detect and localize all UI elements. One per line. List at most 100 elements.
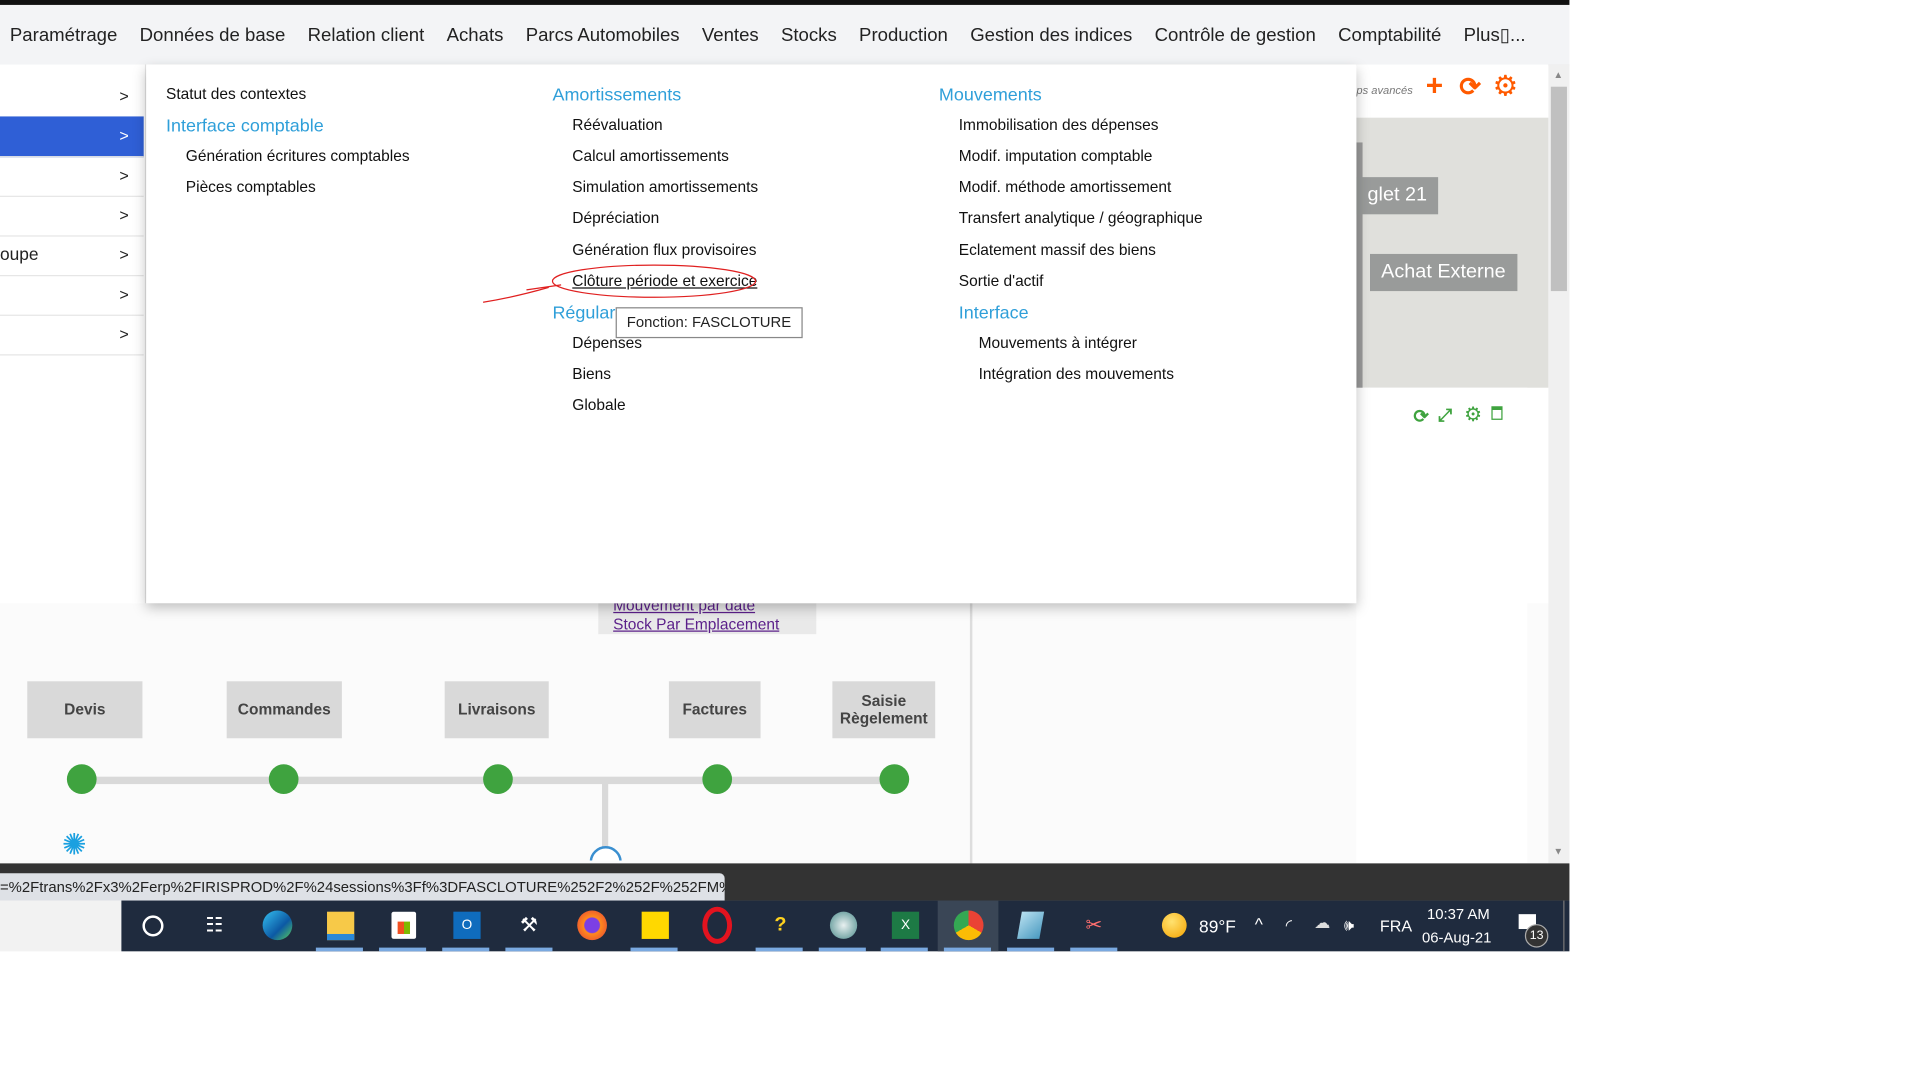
menu-item[interactable]: Pièces comptables — [186, 178, 316, 195]
app-running-indicator — [379, 947, 427, 952]
menu-item[interactable]: Réévaluation — [572, 116, 662, 133]
firefox-icon[interactable] — [576, 909, 608, 941]
nav-plus[interactable]: Plus▯... — [1454, 24, 1538, 46]
menu-heading-interface[interactable]: Interface — [959, 303, 1029, 323]
tab-onglet-21[interactable]: glet 21 — [1356, 177, 1439, 215]
onedrive-cloud-icon[interactable]: ☁ — [1314, 913, 1330, 933]
nav-parcs-automobiles[interactable]: Parcs Automobiles — [516, 24, 692, 45]
app-running-indicator — [818, 947, 866, 952]
menu-item[interactable]: Mouvements à intégrer — [979, 334, 1137, 351]
menu-item-statut-contextes[interactable]: Statut des contextes — [166, 85, 306, 102]
file-explorer-icon[interactable] — [325, 909, 357, 941]
nav-production[interactable]: Production — [849, 24, 960, 45]
achat-externe-button[interactable]: Achat Externe — [1370, 253, 1517, 292]
gear-icon[interactable]: ⚙ — [1464, 403, 1482, 428]
nav-achats[interactable]: Achats — [437, 24, 516, 45]
notification-count-badge: 13 — [1524, 924, 1549, 948]
step-dot — [483, 764, 513, 795]
nav-stocks[interactable]: Stocks — [771, 24, 849, 45]
wifi-icon[interactable]: ◜ — [1286, 915, 1292, 935]
show-desktop-button[interactable] — [1563, 900, 1565, 952]
menu-item[interactable]: Intégration des mouvements — [979, 365, 1174, 382]
nav-parametrage[interactable]: Paramétrage — [0, 24, 130, 45]
chevron-right-icon: > — [119, 126, 129, 145]
nav-gestion-des-indices[interactable]: Gestion des indices — [960, 24, 1144, 45]
opera-icon[interactable] — [701, 906, 733, 944]
globe-icon[interactable] — [827, 909, 859, 941]
menu-item[interactable]: Simulation amortissements — [572, 178, 758, 195]
scroll-up-icon[interactable]: ▲ — [1553, 69, 1563, 80]
weather-temp[interactable]: 89°F — [1199, 917, 1236, 937]
notebook-icon[interactable] — [1014, 909, 1046, 941]
app-running-indicator — [1070, 947, 1118, 952]
store-icon[interactable] — [388, 909, 420, 941]
scroll-down-icon[interactable]: ▼ — [1553, 846, 1563, 857]
input-language[interactable]: FRA — [1380, 917, 1412, 936]
left-menu-item[interactable]: > — [0, 315, 144, 356]
chevron-right-icon: > — [119, 324, 129, 344]
chrome-icon[interactable] — [953, 909, 985, 941]
edge-icon[interactable] — [261, 909, 293, 941]
left-menu-item[interactable]: > — [0, 156, 144, 197]
step-saisie-reglement[interactable]: Saisie Règelement — [832, 681, 936, 739]
tools-icon[interactable]: ⚒ — [513, 909, 545, 941]
scrollbar-thumb[interactable] — [1550, 86, 1567, 292]
menu-item[interactable]: Dépréciation — [572, 209, 659, 226]
sticky-notes-icon[interactable] — [639, 909, 671, 941]
menu-item[interactable]: Immobilisation des dépenses — [959, 116, 1159, 133]
menu-item[interactable]: Génération flux provisoires — [572, 242, 756, 259]
status-url: =%2Ftrans%2Fx3%2Ferp%2FIRISPROD%2F%24ses… — [0, 873, 725, 901]
left-menu-item[interactable]: > — [0, 196, 144, 237]
menu-heading-amortissements[interactable]: Amortissements — [552, 85, 681, 105]
help-icon[interactable]: ? — [764, 909, 796, 941]
gear-icon[interactable]: ⚙ — [1493, 69, 1519, 102]
step-factures[interactable]: Factures — [668, 681, 761, 739]
snipping-icon[interactable]: ✂ — [1078, 909, 1110, 941]
search-icon[interactable] — [136, 909, 168, 941]
plus-icon[interactable]: + — [1426, 69, 1443, 104]
menu-item[interactable]: Sortie d'actif — [959, 273, 1044, 290]
trash-icon[interactable] — [1491, 406, 1503, 420]
nav-relation-client[interactable]: Relation client — [298, 24, 437, 45]
menu-item[interactable]: Eclatement massif des biens — [959, 242, 1156, 259]
menu-item[interactable]: Calcul amortissements — [572, 147, 729, 164]
menu-item[interactable]: Génération écritures comptables — [186, 147, 410, 164]
expand-icon[interactable]: ⤢ — [1438, 405, 1452, 426]
menu-item[interactable]: Biens — [572, 365, 611, 382]
refresh-icon[interactable]: ⟳ — [1459, 72, 1481, 103]
step-commandes[interactable]: Commandes — [226, 681, 342, 739]
nav-donnees-de-base[interactable]: Données de base — [130, 24, 298, 45]
clock-time[interactable]: 10:37 AM — [1427, 905, 1490, 922]
advanced-label: ps avancés — [1356, 84, 1413, 97]
left-menu-item-active[interactable]: > — [0, 116, 144, 158]
left-menu-item[interactable]: oupe > — [0, 235, 144, 277]
menu-heading-mouvements[interactable]: Mouvements — [939, 85, 1042, 105]
app-running-indicator — [630, 947, 678, 952]
volume-icon[interactable]: 🕪 — [1344, 915, 1354, 935]
step-dot — [879, 764, 910, 795]
show-hidden-icons-chevron-up-icon[interactable]: ^ — [1255, 914, 1263, 934]
app-running-indicator — [442, 947, 490, 952]
app-running-indicator — [1007, 947, 1055, 952]
outlook-icon[interactable]: O — [451, 909, 483, 941]
menu-item[interactable]: Transfert analytique / géographique — [959, 209, 1203, 226]
lightbulb-icon[interactable]: ✺ — [62, 827, 87, 863]
task-view-icon[interactable]: ☷ — [198, 909, 230, 941]
excel-icon[interactable]: X — [889, 909, 921, 941]
nav-ventes[interactable]: Ventes — [692, 24, 771, 45]
step-devis[interactable]: Devis — [27, 681, 143, 739]
app-running-indicator — [505, 947, 553, 952]
step-livraisons[interactable]: Livraisons — [444, 681, 549, 739]
menu-item[interactable]: Modif. imputation comptable — [959, 147, 1153, 164]
weather-sun-icon[interactable] — [1161, 912, 1187, 938]
left-menu-item[interactable]: > — [0, 275, 144, 316]
menu-heading-interface-comptable[interactable]: Interface comptable — [166, 116, 324, 136]
menu-item[interactable]: Globale — [572, 396, 625, 413]
nav-comptabilite[interactable]: Comptabilité — [1328, 24, 1454, 45]
clock-date[interactable]: 06-Aug-21 — [1422, 929, 1491, 946]
left-menu-item[interactable]: > — [0, 77, 144, 118]
nav-controle-de-gestion[interactable]: Contrôle de gestion — [1145, 24, 1328, 45]
link-stock-par-emplacement[interactable]: Stock Par Emplacement — [613, 616, 779, 633]
refresh-icon[interactable]: ⟳ — [1413, 405, 1429, 427]
menu-item[interactable]: Modif. méthode amortissement — [959, 178, 1172, 195]
